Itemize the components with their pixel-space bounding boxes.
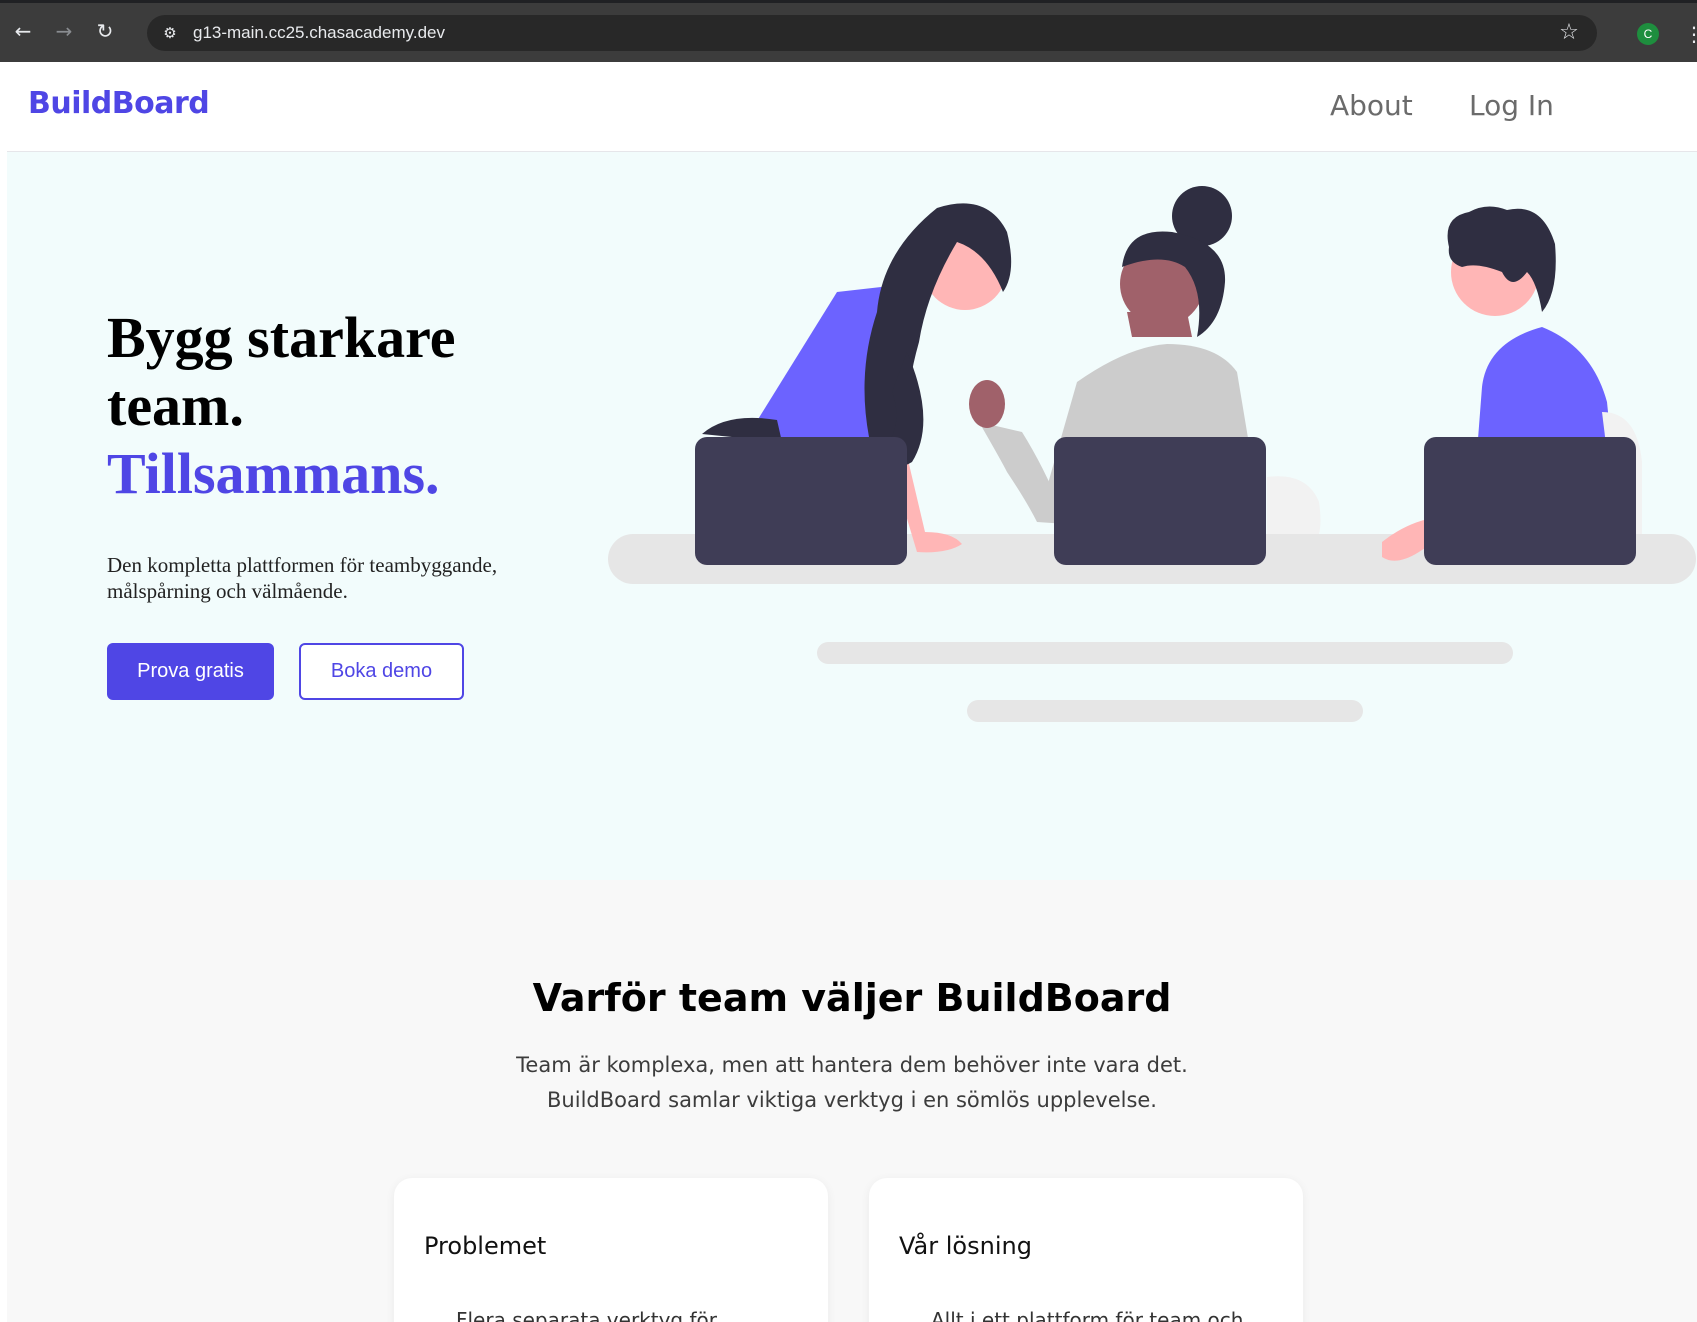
hero-subtitle: Den kompletta plattformen för teambyggan… [107,553,498,603]
features-title: Varför team väljer BuildBoard [532,976,1172,1020]
card-title: Vår lösning [899,1232,1032,1260]
laptop-right [1424,437,1636,565]
card-title: Problemet [424,1232,547,1260]
back-arrow-icon[interactable]: ← [9,17,37,45]
features-section: Varför team väljer BuildBoard Team är ko… [7,880,1697,1322]
nav-about-link[interactable]: About [1330,89,1413,122]
solution-card: Vår lösning Allt i ett plattform för tea… [869,1178,1303,1322]
reload-icon[interactable]: ↻ [91,17,119,45]
laptop-middle [1054,437,1266,565]
browser-toolbar: ← → ↻ ⚙ g13-main.cc25.chasacademy.dev ☆ … [0,0,1697,62]
features-subtitle: Team är komplexa, men att hantera dem be… [516,1053,1188,1112]
card-list-item: Allt i ett plattform för team och [931,1308,1244,1322]
brand-logo[interactable]: BuildBoard [28,86,210,121]
try-free-button[interactable]: Prova gratis [107,643,274,700]
forward-arrow-icon[interactable]: → [50,17,78,45]
chair-middle [1267,476,1321,534]
problem-card: Problemet Flera separata verktyg för [394,1178,828,1322]
profile-avatar[interactable]: C [1637,23,1659,45]
url-text[interactable]: g13-main.cc25.chasacademy.dev [193,15,445,51]
nav-login-link[interactable]: Log In [1469,89,1554,122]
hero-section: Bygg starkare team. Tillsammans. Den kom… [7,152,1697,880]
more-menu-icon[interactable]: ⋮ [1684,19,1697,49]
hero-title-line-1: Bygg starkare [107,305,456,370]
hero-title: Bygg starkare team. Tillsammans. [107,304,456,508]
book-demo-button[interactable]: Boka demo [299,643,464,700]
web-page: BuildBoard About Log In Bygg starkare te… [7,62,1697,1322]
site-info-icon[interactable]: ⚙ [159,21,181,45]
bookmark-star-icon[interactable]: ☆ [1555,19,1583,47]
shadow-line-long [817,642,1513,664]
card-list-item: Flera separata verktyg för [456,1308,717,1322]
shadow-line-short [967,700,1363,722]
hero-title-line-2: team. [107,373,244,438]
laptop-left [695,437,907,565]
address-bar[interactable]: ⚙ g13-main.cc25.chasacademy.dev ☆ [147,15,1597,51]
team-at-laptops-illustration [608,186,1696,722]
site-header: BuildBoard About Log In [7,62,1697,152]
hero-title-accent: Tillsammans. [107,441,440,506]
